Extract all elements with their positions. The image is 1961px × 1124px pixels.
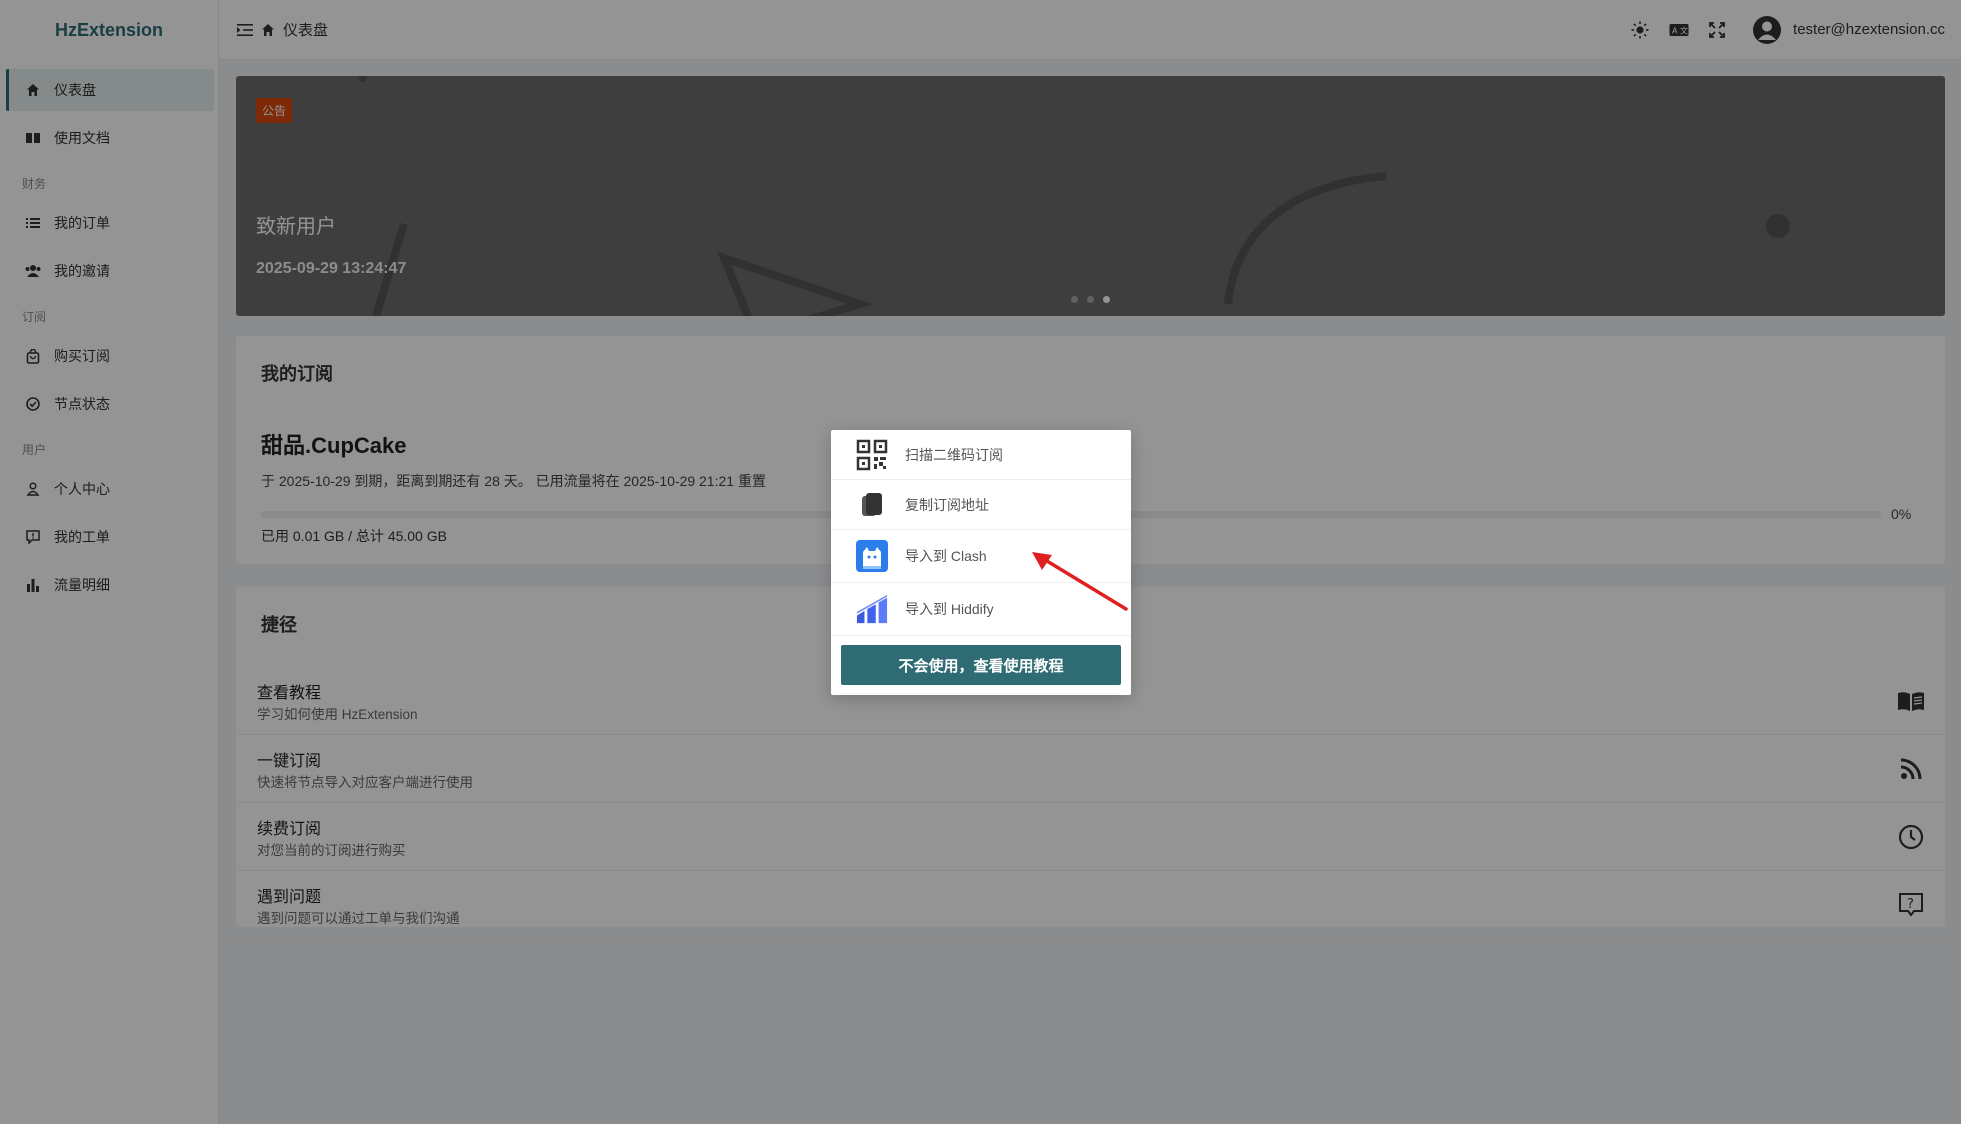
qrcode-icon — [856, 439, 888, 471]
annotation-arrow-icon — [1032, 552, 1128, 611]
copy-icon — [856, 489, 888, 521]
clash-icon — [856, 540, 888, 572]
popup-item-label: 复制订阅地址 — [905, 496, 989, 513]
popup-item-qrcode[interactable]: 扫描二维码订阅 — [831, 430, 1131, 480]
popup-item-label: 扫描二维码订阅 — [905, 446, 1003, 463]
popup-item-copy-url[interactable]: 复制订阅地址 — [831, 480, 1131, 530]
popup-item-label: 导入到 Clash — [905, 548, 987, 564]
hiddify-icon — [856, 593, 888, 625]
popup-item-label: 导入到 Hiddify — [905, 601, 994, 617]
tutorial-button[interactable]: 不会使用，查看使用教程 — [841, 645, 1121, 685]
